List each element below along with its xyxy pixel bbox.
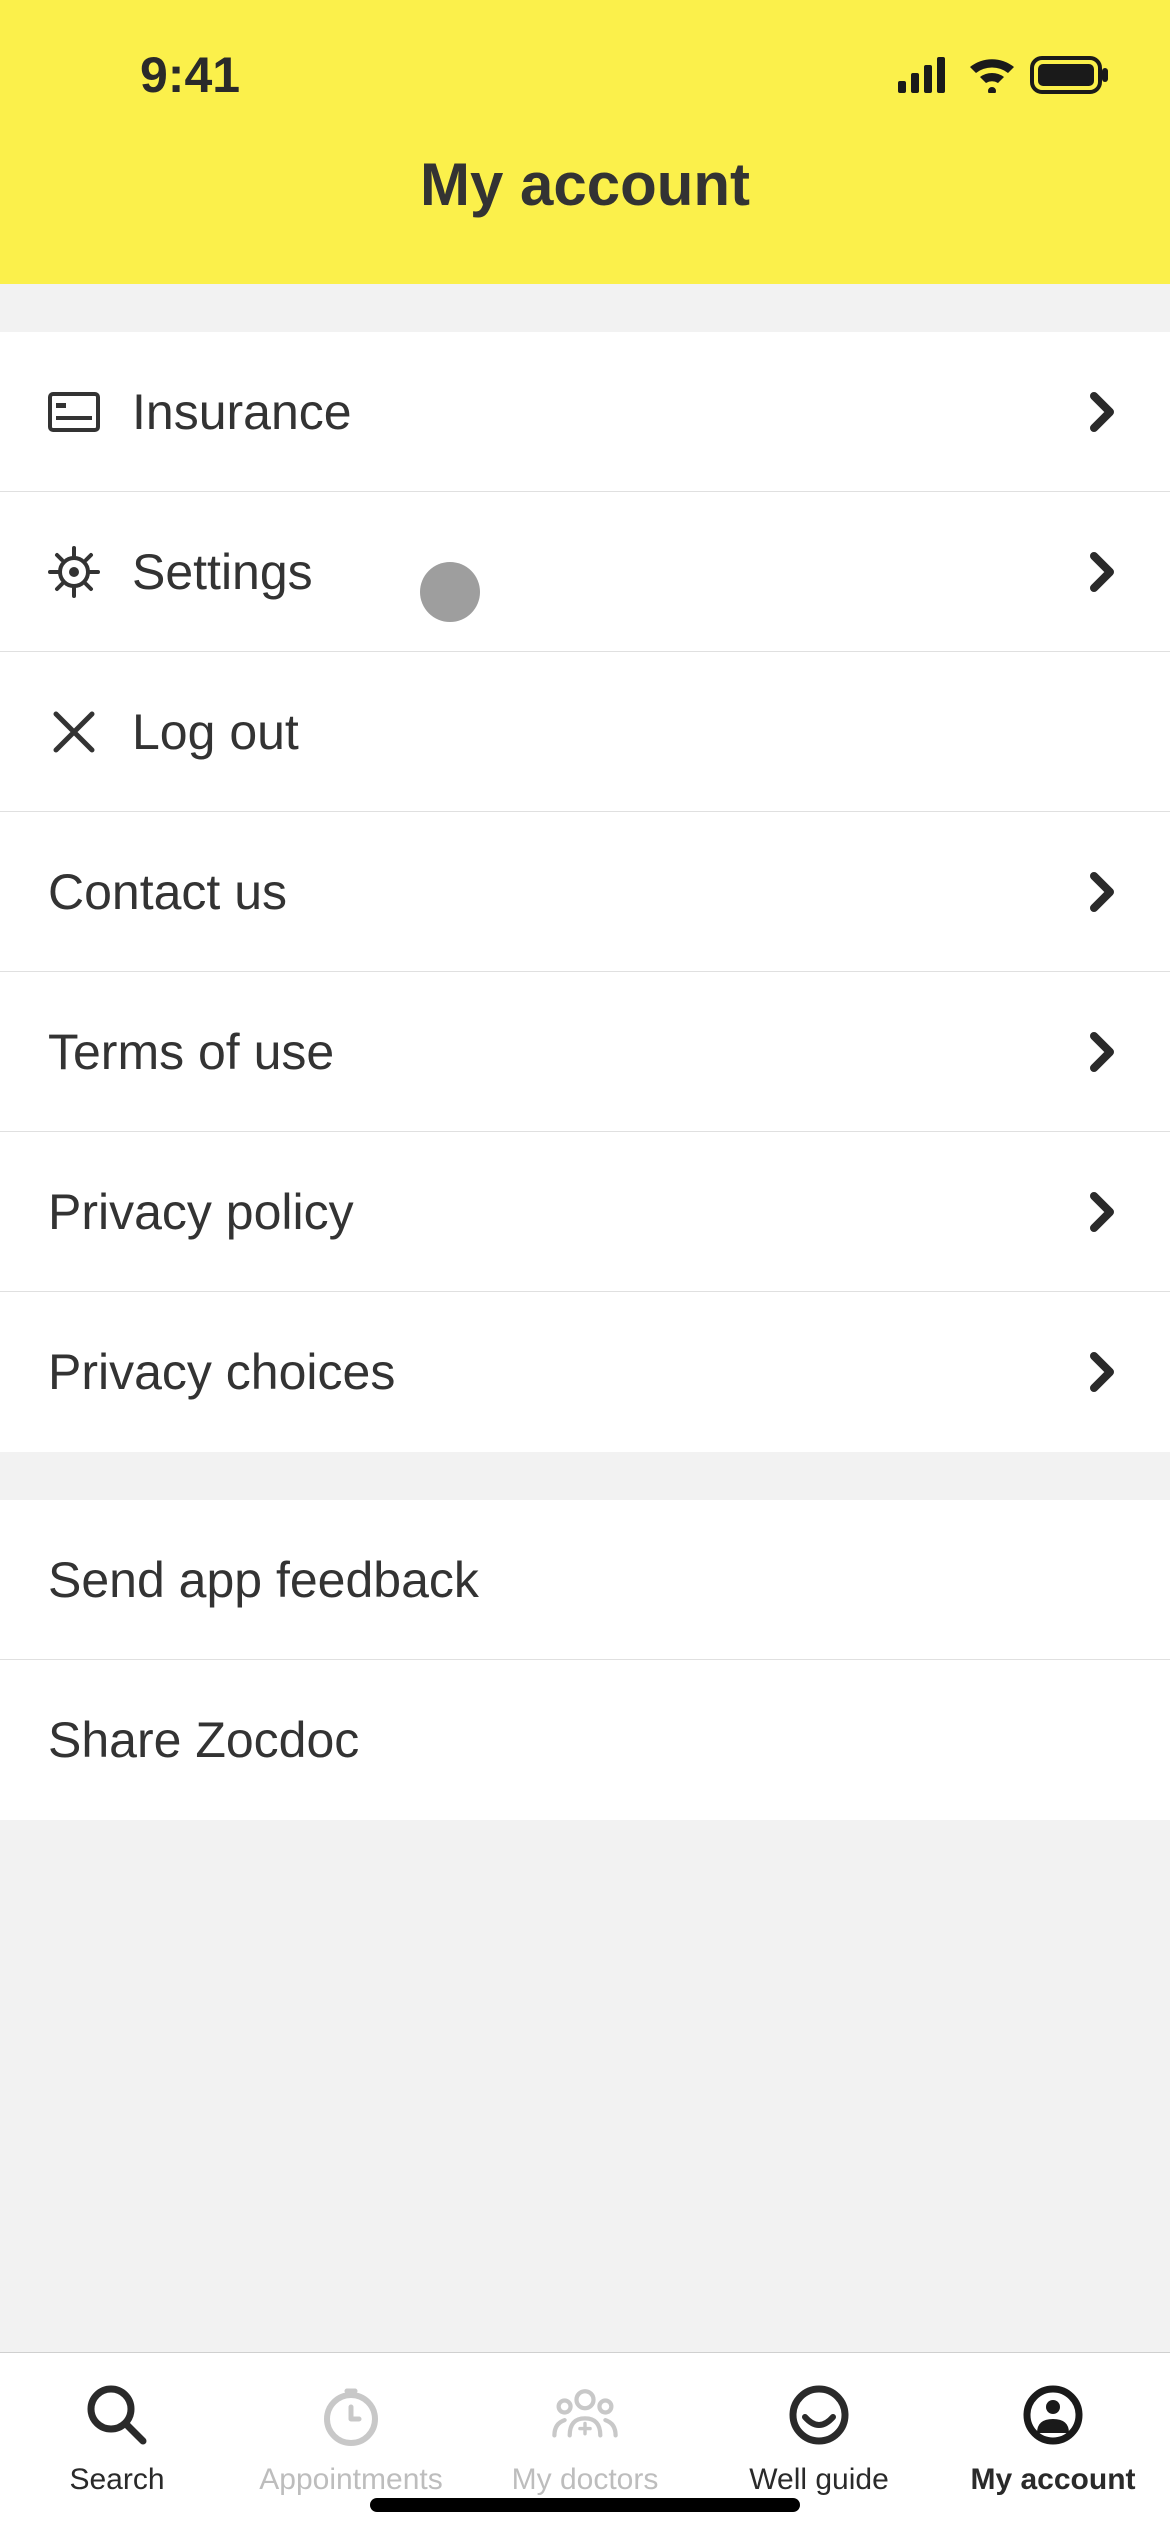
search-icon bbox=[83, 2381, 151, 2449]
tab-label: Well guide bbox=[749, 2463, 889, 2497]
list-item-label: Terms of use bbox=[48, 1023, 1082, 1081]
list-item-contact-us[interactable]: Contact us bbox=[0, 812, 1170, 972]
list-item-label: Send app feedback bbox=[48, 1551, 1122, 1609]
tab-label: Appointments bbox=[259, 2463, 442, 2497]
tab-label: My account bbox=[970, 2463, 1135, 2497]
list-item-label: Log out bbox=[132, 703, 1122, 761]
list-item-label: Privacy choices bbox=[48, 1343, 1082, 1401]
list-item-label: Privacy policy bbox=[48, 1183, 1082, 1241]
chevron-right-icon bbox=[1082, 1352, 1122, 1392]
close-icon bbox=[48, 706, 100, 758]
cellular-icon bbox=[898, 57, 954, 93]
account-icon bbox=[1019, 2381, 1087, 2449]
chevron-right-icon bbox=[1082, 1192, 1122, 1232]
list-item-label: Settings bbox=[132, 543, 1082, 601]
list-item-label: Insurance bbox=[132, 383, 1082, 441]
section-account: Insurance Settings Log bbox=[0, 332, 1170, 1452]
section-feedback: Send app feedback Share Zocdoc bbox=[0, 1500, 1170, 1820]
list-item-logout[interactable]: Log out bbox=[0, 652, 1170, 812]
page-title: My account bbox=[0, 150, 1170, 219]
clock-icon bbox=[317, 2381, 385, 2449]
doctors-icon bbox=[551, 2381, 619, 2449]
list-item-privacy-policy[interactable]: Privacy policy bbox=[0, 1132, 1170, 1292]
header: 9:41 My account bbox=[0, 0, 1170, 284]
list-item-label: Share Zocdoc bbox=[48, 1711, 1122, 1769]
tab-label: My doctors bbox=[512, 2463, 659, 2497]
home-indicator[interactable] bbox=[370, 2498, 800, 2512]
battery-icon bbox=[1030, 56, 1110, 94]
insurance-card-icon bbox=[48, 386, 100, 438]
chevron-right-icon bbox=[1082, 872, 1122, 912]
chevron-right-icon bbox=[1082, 1032, 1122, 1072]
status-bar: 9:41 bbox=[0, 0, 1170, 100]
list-item-share[interactable]: Share Zocdoc bbox=[0, 1660, 1170, 1820]
list-item-privacy-choices[interactable]: Privacy choices bbox=[0, 1292, 1170, 1452]
tab-search[interactable]: Search bbox=[0, 2381, 234, 2532]
list-item-settings[interactable]: Settings bbox=[0, 492, 1170, 652]
gear-icon bbox=[48, 546, 100, 598]
status-icons bbox=[898, 56, 1110, 94]
status-time: 9:41 bbox=[140, 46, 240, 104]
list-item-label: Contact us bbox=[48, 863, 1082, 921]
list-item-insurance[interactable]: Insurance bbox=[0, 332, 1170, 492]
tab-my-account[interactable]: My account bbox=[936, 2381, 1170, 2532]
wifi-icon bbox=[968, 57, 1016, 93]
chevron-right-icon bbox=[1082, 392, 1122, 432]
list-item-terms[interactable]: Terms of use bbox=[0, 972, 1170, 1132]
tab-label: Search bbox=[69, 2463, 164, 2497]
smile-icon bbox=[785, 2381, 853, 2449]
chevron-right-icon bbox=[1082, 552, 1122, 592]
list-item-feedback[interactable]: Send app feedback bbox=[0, 1500, 1170, 1660]
